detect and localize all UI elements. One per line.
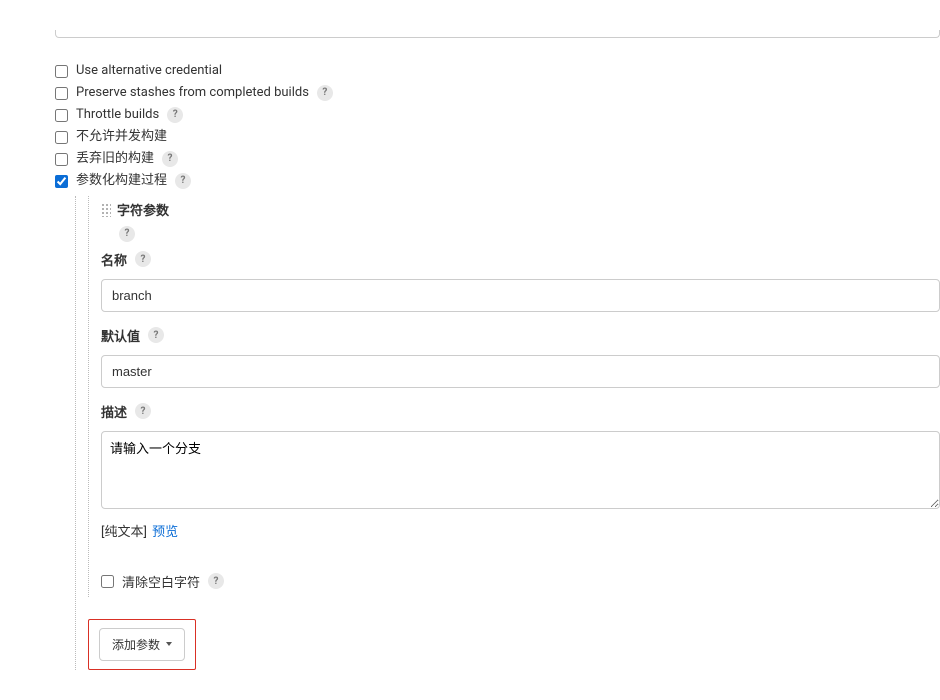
- help-icon[interactable]: ?: [119, 226, 135, 242]
- help-icon[interactable]: ?: [135, 403, 151, 419]
- options-list: Use alternative credential Preserve stas…: [55, 60, 940, 670]
- prev-section-bottom: [55, 30, 940, 38]
- checkbox-use-alt-cred[interactable]: [55, 65, 68, 78]
- input-default[interactable]: [101, 355, 940, 388]
- option-no-concurrent: 不允许并发构建: [55, 126, 940, 148]
- field-default-group: 默认值 ?: [101, 326, 940, 388]
- help-icon[interactable]: ?: [148, 327, 164, 343]
- trim-row: 清除空白字符 ?: [101, 554, 940, 597]
- textarea-description[interactable]: [101, 431, 940, 509]
- option-use-alt-cred: Use alternative credential: [55, 60, 940, 82]
- option-parametrized: 参数化构建过程 ?: [55, 170, 940, 192]
- help-icon[interactable]: ?: [135, 251, 151, 267]
- parametrized-section: 字符参数 ? 名称 ? 默认值 ?: [75, 196, 940, 670]
- field-description-label: 描述: [101, 402, 127, 421]
- help-icon[interactable]: ?: [317, 85, 333, 101]
- help-icon[interactable]: ?: [167, 107, 183, 123]
- string-param-header: 字符参数: [101, 196, 940, 223]
- string-param-help-row: ?: [101, 225, 940, 242]
- checkbox-parametrized[interactable]: [55, 175, 68, 188]
- field-default-label-row: 默认值 ?: [101, 326, 940, 345]
- field-description-group: 描述 ? [纯文本] 预览: [101, 402, 940, 540]
- add-param-area: 添加参数: [88, 619, 940, 670]
- option-preserve-stashes: Preserve stashes from completed builds ?: [55, 82, 940, 104]
- label-discard-old: 丢弃旧的构建: [76, 150, 154, 168]
- option-throttle-builds: Throttle builds ?: [55, 104, 940, 126]
- add-param-button[interactable]: 添加参数: [99, 628, 185, 661]
- caret-down-icon: [166, 642, 172, 646]
- field-name-group: 名称 ?: [101, 250, 940, 312]
- add-param-highlight: 添加参数: [88, 619, 196, 670]
- plaintext-row: [纯文本] 预览: [101, 521, 940, 540]
- help-icon[interactable]: ?: [175, 173, 191, 189]
- label-parametrized: 参数化构建过程: [76, 172, 167, 190]
- help-icon[interactable]: ?: [208, 573, 224, 589]
- preview-link[interactable]: 预览: [152, 525, 178, 540]
- label-no-concurrent: 不允许并发构建: [76, 128, 167, 146]
- field-description-label-row: 描述 ?: [101, 402, 940, 421]
- add-param-label: 添加参数: [112, 636, 160, 653]
- input-name[interactable]: [101, 279, 940, 312]
- label-trim: 清除空白字符: [122, 572, 200, 591]
- help-icon[interactable]: ?: [162, 151, 178, 167]
- string-param-block: 字符参数 ? 名称 ? 默认值 ?: [88, 196, 940, 597]
- field-name-label-row: 名称 ?: [101, 250, 940, 269]
- option-discard-old: 丢弃旧的构建 ?: [55, 148, 940, 170]
- checkbox-preserve-stashes[interactable]: [55, 87, 68, 100]
- checkbox-discard-old[interactable]: [55, 153, 68, 166]
- label-preserve-stashes: Preserve stashes from completed builds: [76, 84, 309, 102]
- field-default-label: 默认值: [101, 326, 140, 345]
- plaintext-label: [纯文本]: [101, 525, 147, 540]
- field-name-label: 名称: [101, 250, 127, 269]
- checkbox-throttle-builds[interactable]: [55, 109, 68, 122]
- checkbox-trim[interactable]: [101, 575, 114, 588]
- label-use-alt-cred: Use alternative credential: [76, 62, 222, 80]
- label-throttle-builds: Throttle builds: [76, 106, 159, 124]
- drag-handle-icon[interactable]: [101, 203, 111, 217]
- checkbox-no-concurrent[interactable]: [55, 131, 68, 144]
- string-param-title: 字符参数: [117, 200, 169, 219]
